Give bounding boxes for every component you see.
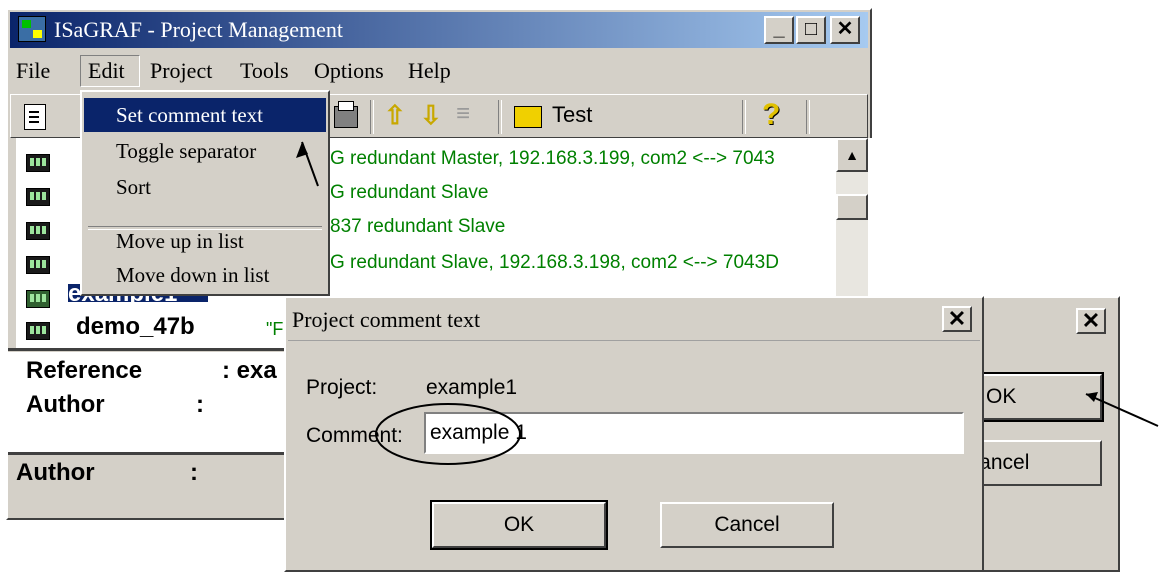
arrowhead: [1086, 392, 1098, 402]
annotation-overlay: [296, 141, 1159, 465]
highlight-ellipse: [375, 403, 521, 465]
pointer-arrow: [1085, 393, 1159, 427]
